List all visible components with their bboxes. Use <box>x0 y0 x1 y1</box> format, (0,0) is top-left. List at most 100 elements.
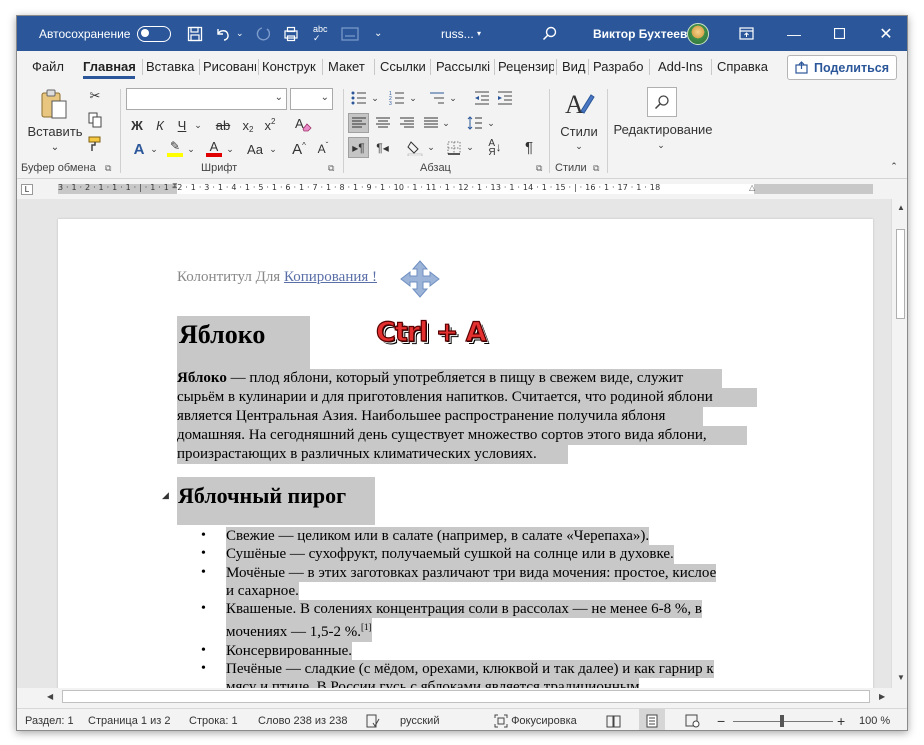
tab-references[interactable]: Ссылки <box>380 51 428 83</box>
paragraph-launcher-icon[interactable]: ⧉ <box>536 163 542 174</box>
strikethrough-button[interactable]: ab <box>211 115 235 135</box>
editing-button[interactable]: Редактирование <box>613 121 713 137</box>
zoom-level[interactable]: 100 % <box>859 709 890 730</box>
shading-dropdown-icon[interactable]: ⌄ <box>425 137 437 158</box>
document-name[interactable]: russ... ▾ <box>441 16 481 51</box>
line-spacing-dropdown-icon[interactable]: ⌄ <box>485 113 497 133</box>
horizontal-scrollbar[interactable]: ◀ ▶ <box>43 688 891 705</box>
list-item[interactable]: Квашеные. В солениях концентрация соли в… <box>177 600 777 642</box>
increase-indent-icon[interactable] <box>495 88 515 108</box>
search-icon[interactable] <box>542 16 557 51</box>
tab-developer[interactable]: Разрабо <box>593 51 645 83</box>
find-icon[interactable] <box>647 87 677 117</box>
editing-dropdown-icon[interactable]: ⌄ <box>654 139 668 151</box>
text-effects-icon[interactable]: A <box>129 139 149 159</box>
justify-icon[interactable] <box>420 113 441 133</box>
bold-button[interactable]: Ж <box>127 115 147 135</box>
borders-icon[interactable] <box>444 137 464 158</box>
numbering-dropdown-icon[interactable]: ⌄ <box>407 88 419 108</box>
text-effects-dropdown-icon[interactable]: ⌄ <box>148 139 160 159</box>
status-language[interactable]: русский <box>400 709 439 730</box>
cut-icon[interactable]: ✂ <box>84 86 106 106</box>
styles-dropdown-icon[interactable]: ⌄ <box>572 140 586 152</box>
focus-button[interactable]: Фокусировка <box>494 709 577 730</box>
clipboard-launcher-icon[interactable]: ⧉ <box>105 163 111 174</box>
decrease-indent-icon[interactable] <box>472 88 492 108</box>
line-spacing-icon[interactable] <box>465 113 485 133</box>
show-marks-icon[interactable]: ¶ <box>519 137 539 158</box>
tab-home[interactable]: Главная <box>83 51 135 83</box>
clear-formatting-icon[interactable]: A <box>292 113 314 135</box>
share-button[interactable]: Поделиться <box>787 55 897 80</box>
italic-button[interactable]: К <box>150 115 170 135</box>
list-item[interactable]: Печёные — сладкие (с мёдом, орехами, клю… <box>177 660 777 688</box>
vertical-scroll-thumb[interactable] <box>896 229 905 319</box>
read-mode-icon[interactable] <box>606 709 621 730</box>
sort-icon[interactable]: A Я ↓ <box>484 137 506 158</box>
print-preview-icon[interactable] <box>283 16 300 51</box>
heading-1[interactable]: Яблоко <box>177 316 310 369</box>
align-center-icon[interactable] <box>372 113 393 133</box>
print-layout-icon[interactable] <box>639 709 665 730</box>
tab-draw[interactable]: Рисовани <box>203 51 256 83</box>
tab-add-ins[interactable]: Add-Ins <box>658 51 708 83</box>
rtl-icon[interactable]: ¶◂ <box>372 137 393 158</box>
scroll-down-icon[interactable]: ▼ <box>897 673 905 682</box>
tab-layout[interactable]: Макет <box>328 51 370 83</box>
status-page[interactable]: Страница 1 из 2 <box>88 709 170 730</box>
undo-dropdown-icon[interactable]: ⌄ <box>236 16 244 51</box>
bullet-list[interactable]: Свежие — целиком или в салате (например,… <box>177 527 777 688</box>
maximize-button[interactable] <box>816 16 862 51</box>
user-name[interactable]: Виктор Бухтеев <box>593 16 687 51</box>
list-item[interactable]: Мочёные — в этих заготовках различают тр… <box>177 563 777 601</box>
shading-icon[interactable] <box>405 137 425 158</box>
spelling-icon[interactable]: abc ✓ <box>313 16 328 51</box>
intro-paragraph[interactable]: Яблоко — плод яблони, который употребляе… <box>177 369 767 464</box>
status-line[interactable]: Строка: 1 <box>189 709 238 730</box>
styles-launcher-icon[interactable]: ⧉ <box>593 163 599 174</box>
save-icon[interactable] <box>187 16 203 51</box>
undo-icon[interactable] <box>215 16 231 51</box>
font-launcher-icon[interactable]: ⧉ <box>328 163 334 174</box>
close-button[interactable]: ✕ <box>863 16 907 51</box>
numbering-icon[interactable]: 123 <box>387 88 407 108</box>
bullets-icon[interactable] <box>349 88 369 108</box>
paste-dropdown-icon[interactable]: ⌄ <box>47 141 63 153</box>
more-icon[interactable]: ⌄ <box>374 16 382 51</box>
superscript-button[interactable]: x2 <box>261 115 279 135</box>
tab-design[interactable]: Конструк <box>262 51 320 83</box>
page[interactable]: Колонтитул Для Копирования ! Яблоко Ctrl… <box>58 219 873 688</box>
autosave-toggle[interactable] <box>137 16 171 51</box>
avatar[interactable] <box>687 23 709 45</box>
tab-review[interactable]: Рецензир <box>498 51 554 83</box>
list-item[interactable]: Сушёные — сухофрукт, получаемый сушкой н… <box>177 545 777 564</box>
page-header[interactable]: Колонтитул Для Копирования ! <box>177 269 377 286</box>
zoom-in-button[interactable]: + <box>837 709 845 730</box>
footnote-ref[interactable]: [1] <box>361 622 372 632</box>
minimize-button[interactable]: — <box>771 16 817 51</box>
tab-insert[interactable]: Вставка <box>146 51 197 83</box>
justify-dropdown-icon[interactable]: ⌄ <box>440 113 452 133</box>
multilevel-dropdown-icon[interactable]: ⌄ <box>447 88 459 108</box>
bullets-dropdown-icon[interactable]: ⌄ <box>369 88 381 108</box>
copy-icon[interactable] <box>84 110 106 130</box>
scroll-right-icon[interactable]: ▶ <box>879 692 885 701</box>
grow-font-button[interactable]: A ^ <box>289 139 309 159</box>
shrink-font-button[interactable]: Aˇ <box>313 139 333 159</box>
zoom-out-button[interactable]: − <box>717 709 725 730</box>
list-item[interactable]: Свежие — целиком или в салате (например,… <box>177 527 777 546</box>
change-case-dropdown-icon[interactable]: ⌄ <box>267 139 279 159</box>
highlight-dropdown-icon[interactable]: ⌄ <box>185 139 197 159</box>
tab-mailings[interactable]: Рассылкі <box>436 51 492 83</box>
highlight-color-icon[interactable]: ✎ <box>165 137 185 159</box>
align-left-icon[interactable] <box>348 113 369 133</box>
align-right-icon[interactable] <box>396 113 417 133</box>
font-color-dropdown-icon[interactable]: ⌄ <box>224 139 236 159</box>
horizontal-scroll-thumb[interactable] <box>62 690 870 703</box>
format-painter-icon[interactable] <box>84 134 106 154</box>
web-layout-icon[interactable] <box>685 709 700 730</box>
tab-selector[interactable]: L <box>21 184 33 195</box>
paste-icon[interactable] <box>37 87 71 121</box>
font-size-combo[interactable]: ⌄ <box>290 88 333 110</box>
zoom-slider-thumb[interactable] <box>780 715 784 727</box>
